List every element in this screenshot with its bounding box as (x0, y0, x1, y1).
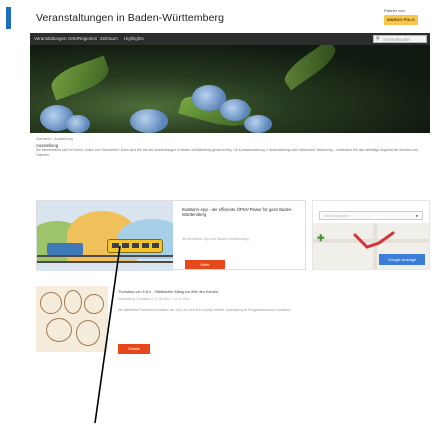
hero-image (30, 45, 430, 133)
sketch-figure (84, 294, 104, 314)
search-icon[interactable]: ⚲ (376, 36, 380, 43)
hero-flower (220, 99, 250, 121)
ad-input-placeholder: Abfahrt eingeben (324, 214, 350, 218)
route-line-icon (353, 231, 395, 249)
rail-track (37, 261, 173, 263)
ad-departure-input[interactable]: Abfahrt eingeben ● (319, 211, 423, 220)
search-input[interactable]: ⚲ Schnellsuche (373, 35, 427, 43)
sketch-figure (46, 318, 72, 342)
listing-title[interactable]: "Konstanz um 1414 - Städtischer Alltag z… (118, 290, 219, 294)
listing-description: Die städtische Fachwerk-Konstanz um 1414… (118, 308, 292, 312)
listing-image[interactable] (36, 286, 108, 352)
event-card-meta: der BusBahn-App von Baden-Württemberg (182, 237, 249, 241)
page: Veranstaltungen in Baden-Württemberg Par… (0, 0, 434, 431)
search-placeholder: Schnellsuche (383, 37, 410, 42)
site-title[interactable]: Veranstaltungen in Baden-Württemberg (36, 12, 224, 24)
event-card-image[interactable] (37, 201, 173, 271)
bus-illustration (47, 243, 83, 255)
listing-item[interactable]: "Konstanz um 1414 - Städtischer Alltag z… (36, 286, 430, 366)
hero-flower (130, 109, 168, 133)
nav-item-orte-regionen[interactable]: Orte/Regionen (68, 33, 97, 45)
train-illustration (107, 239, 163, 253)
rail-track (37, 255, 173, 257)
event-card[interactable]: BusBahn-App - der effiziente ÖPNV-Planer… (36, 200, 306, 271)
sketch-figure (40, 292, 62, 314)
ad-brand-label[interactable]: Google Anzeige (379, 254, 425, 265)
plus-icon[interactable]: ✚ (317, 233, 325, 244)
hero-flower (66, 115, 90, 133)
hero-flower (244, 115, 272, 133)
breadcrumb[interactable]: Startseite › Ausstellung (36, 137, 73, 141)
ad-block[interactable]: Abfahrt eingeben ● ✚ Google Anzeige (312, 200, 430, 270)
sketch-figure (76, 320, 100, 346)
section-intro: Sie interessieren sich für Kunst, Kultur… (36, 148, 419, 157)
listing-meta: Ausstellung | Konstanz | 17.04.2014 - 14… (118, 297, 191, 301)
sketch-figure (64, 290, 82, 314)
nav-item-highlights[interactable]: Highlights (124, 33, 144, 45)
event-card-title[interactable]: BusBahn-App - der effiziente ÖPNV-Planer… (182, 207, 294, 217)
partner-label: Partner von (384, 8, 405, 13)
hero-leaf (279, 45, 341, 91)
details-button[interactable]: Details (118, 344, 150, 354)
mehr-button[interactable]: Mehr (185, 260, 225, 269)
hero-leaf (47, 55, 113, 101)
partner-logo[interactable]: Partner von MARCO POLO (380, 8, 424, 28)
nav-item-zeitraum[interactable]: Zeitraum (100, 33, 118, 45)
location-pin-icon[interactable]: ● (416, 212, 418, 220)
main-nav: Veranstaltungen Orte/Regionen Zeitraum H… (30, 33, 430, 45)
nav-item-veranstaltungen[interactable]: Veranstaltungen (34, 33, 67, 45)
marco-polo-logo: MARCO POLO (384, 15, 418, 25)
brand-bar (6, 7, 11, 29)
site-header: Veranstaltungen in Baden-Württemberg Par… (6, 3, 430, 33)
